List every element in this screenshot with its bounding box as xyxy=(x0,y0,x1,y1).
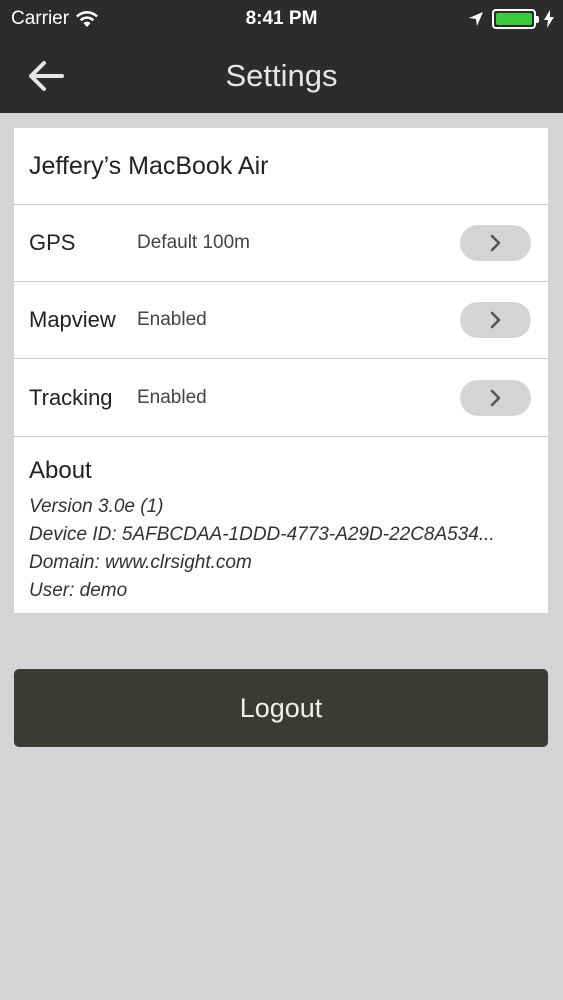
setting-label: GPS xyxy=(29,230,76,255)
version-text: Version 3.0e (1) xyxy=(29,496,164,517)
top-bar: Carrier 8:41 PM Settings xyxy=(0,0,563,113)
device-name: Jeffery’s MacBook Air xyxy=(29,151,269,180)
domain-text: Domain: www.clrsight.com xyxy=(29,552,252,573)
setting-value: Default 100m xyxy=(137,232,251,253)
chevron-right-icon xyxy=(490,234,500,252)
battery-level xyxy=(496,13,532,25)
page-title: Settings xyxy=(225,58,338,93)
device-name-row: Jeffery’s MacBook Air xyxy=(14,128,548,204)
setting-row-tracking[interactable]: Tracking Enabled xyxy=(14,359,548,436)
setting-label: Tracking xyxy=(29,384,113,410)
location-arrow-icon xyxy=(469,12,483,26)
user-text: User: demo xyxy=(29,580,128,601)
setting-label: Mapview xyxy=(29,307,116,332)
mapview-detail-button[interactable] xyxy=(460,302,531,338)
status-bar: Carrier 8:41 PM xyxy=(0,0,563,38)
navigation-bar: Settings xyxy=(0,38,563,113)
chevron-right-icon xyxy=(490,389,500,406)
setting-row-mapview[interactable]: Mapview Enabled xyxy=(14,282,548,358)
about-title: About xyxy=(29,457,92,484)
setting-value: Enabled xyxy=(137,386,207,408)
charging-bolt-icon xyxy=(544,10,554,28)
setting-value: Enabled xyxy=(137,309,207,330)
battery-icon xyxy=(492,9,539,29)
tracking-detail-button[interactable] xyxy=(460,379,531,416)
chevron-right-icon xyxy=(490,311,500,329)
status-right xyxy=(468,9,554,29)
setting-row-gps[interactable]: GPS Default 100m xyxy=(14,205,548,281)
gps-detail-button[interactable] xyxy=(460,225,531,261)
about-section: About Version 3.0e (1) Device ID: 5AFBCD… xyxy=(14,437,548,613)
logout-button[interactable]: Logout xyxy=(14,669,548,747)
device-id-text: Device ID: 5AFBCDAA-1DDD-4773-A29D-22C8A… xyxy=(29,524,495,545)
